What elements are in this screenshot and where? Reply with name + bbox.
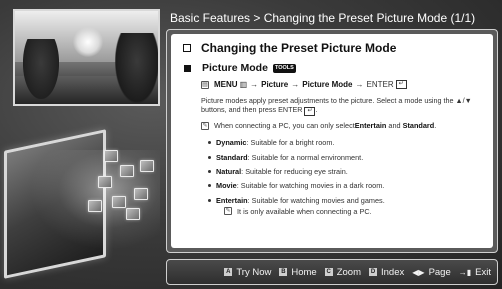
picture-mode-list: Dynamic: Suitable for a bright room. Sta… xyxy=(208,136,481,207)
c-key-icon: C xyxy=(324,268,333,276)
exit-button[interactable]: →▮ Exit xyxy=(459,267,491,278)
a-key-icon: A xyxy=(224,268,233,276)
index-button[interactable]: D Index xyxy=(369,267,404,278)
try-now-label: Try Now xyxy=(236,266,272,278)
page-label: Page xyxy=(428,266,451,278)
description-text: Picture modes apply preset adjustments t… xyxy=(201,96,472,115)
try-now-button[interactable]: A Try Now xyxy=(224,267,271,278)
menu-path: ▤ MENU ▥ → Picture → Picture Mode → ENTE… xyxy=(201,80,481,89)
menu-path-arrow: → xyxy=(250,80,259,89)
pc-note: ✎ When connecting a PC, you can only sel… xyxy=(201,121,481,130)
home-label: Home xyxy=(291,266,317,278)
home-button[interactable]: B Home xyxy=(279,266,317,278)
thumbnail-tree-left xyxy=(23,39,59,99)
mode-name: Standard xyxy=(216,152,248,162)
floating-media-icon xyxy=(120,165,134,177)
floating-media-icon xyxy=(112,196,126,208)
landscape-thumbnail xyxy=(13,9,160,106)
e-manual-screen: Basic Features > Changing the Preset Pic… xyxy=(0,0,502,289)
enter-key-icon: ↵ xyxy=(395,80,407,89)
list-item: Natural: Suitable for reducing eye strai… xyxy=(208,165,481,179)
list-item: Movie: Suitable for watching movies in a… xyxy=(208,179,481,193)
zoom-label: Zoom xyxy=(336,266,361,278)
floating-media-icon xyxy=(88,200,102,212)
subsection-heading-text: Picture Mode xyxy=(202,62,268,74)
menu-path-menu: MENU xyxy=(214,80,238,89)
note-icon: ✎ xyxy=(201,121,209,130)
thumbnail-tree-right xyxy=(115,33,158,103)
menu-path-enter: ENTER xyxy=(366,80,394,89)
floating-media-icon xyxy=(126,208,140,220)
mode-name: Movie xyxy=(216,181,237,191)
mode-desc: : Suitable for a bright room. xyxy=(246,138,335,148)
floating-media-icon xyxy=(104,150,118,162)
pc-note-standard: Standard xyxy=(402,121,435,131)
filled-square-icon xyxy=(184,64,191,72)
pc-note-and: and xyxy=(386,121,403,131)
content-panel-inner: Changing the Preset Picture Mode Picture… xyxy=(171,34,493,248)
bottom-control-bar: A Try Now B Home C Zoom D Index ◀▶ Page … xyxy=(166,259,498,285)
floating-media-icon xyxy=(98,176,112,188)
description-paragraph: Picture modes apply preset adjustments t… xyxy=(201,96,472,117)
open-square-icon xyxy=(183,44,191,52)
mode-desc: : Suitable for reducing eye strain. xyxy=(241,167,348,176)
mode-desc: : Suitable for watching movies in a dark… xyxy=(236,181,385,191)
menu-path-picture: Picture xyxy=(261,80,289,89)
mode-desc: : Suitable for a normal environment. xyxy=(247,152,364,162)
content-panel: Changing the Preset Picture Mode Picture… xyxy=(166,29,498,253)
left-right-arrows-icon: ◀▶ xyxy=(412,267,425,277)
mode-name: Natural xyxy=(216,167,242,176)
section-heading-text: Changing the Preset Picture Mode xyxy=(201,41,397,55)
mode-name: Dynamic xyxy=(216,138,247,148)
note-icon: ✎ xyxy=(224,207,232,216)
page-title: Basic Features > Changing the Preset Pic… xyxy=(170,11,476,25)
zoom-button[interactable]: C Zoom xyxy=(324,266,361,278)
section-heading: Changing the Preset Picture Mode xyxy=(181,41,481,55)
floating-media-icon xyxy=(140,160,154,172)
subsection-heading: Picture Mode TOOLS xyxy=(181,62,481,74)
exit-label: Exit xyxy=(475,266,491,278)
floating-media-icon xyxy=(134,188,148,200)
page-button[interactable]: ◀▶ Page xyxy=(412,267,451,278)
index-label: Index xyxy=(381,266,405,278)
menu-path-picture-mode: Picture Mode xyxy=(302,80,353,89)
thumbnail-sun xyxy=(73,27,103,57)
list-item: Standard: Suitable for a normal environm… xyxy=(208,151,481,165)
entertain-subnote-text: It is only available when connecting a P… xyxy=(237,206,372,216)
exit-icon: →▮ xyxy=(458,267,472,277)
pc-note-suffix: . xyxy=(434,121,437,131)
b-key-icon: B xyxy=(279,268,288,276)
pc-note-entertain: Entertain xyxy=(354,121,387,131)
entertain-subnote: ✎ It is only available when connecting a… xyxy=(224,207,481,216)
d-key-icon: D xyxy=(369,268,377,276)
pc-note-prefix: When connecting a PC, you can only selec… xyxy=(214,121,355,131)
menu-path-arrow: → xyxy=(291,80,300,89)
menu-key-icon: ▥ xyxy=(239,80,248,89)
manual-content: Changing the Preset Picture Mode Picture… xyxy=(181,41,481,216)
list-item: Entertain: Suitable for watching movies … xyxy=(208,194,481,208)
enter-key-icon: ↵ xyxy=(304,107,316,117)
remote-menu-icon: ▤ xyxy=(201,80,209,89)
list-item: Dynamic: Suitable for a bright room. xyxy=(208,136,481,150)
mode-desc: : Suitable for watching movies and games… xyxy=(247,195,385,205)
mode-name: Entertain xyxy=(216,195,248,205)
menu-path-arrow: → xyxy=(355,80,364,89)
tools-button-icon: TOOLS xyxy=(272,63,296,73)
